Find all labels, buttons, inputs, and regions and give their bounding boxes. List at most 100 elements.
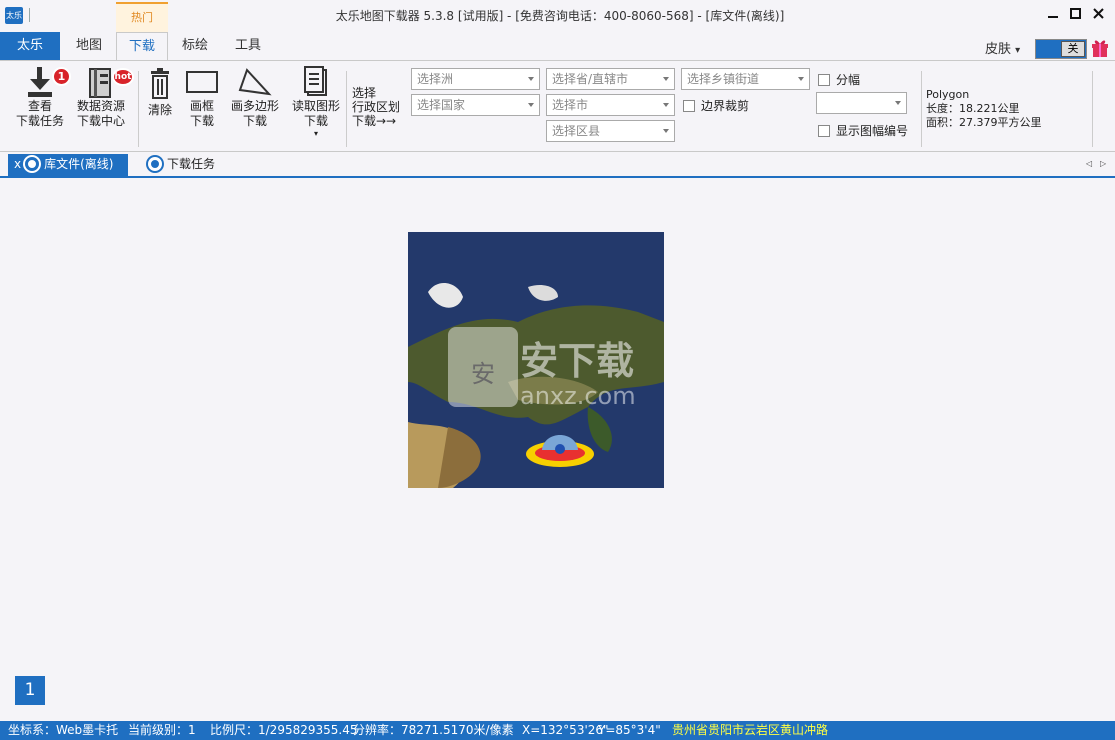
sheet-checkbox[interactable]: 分幅 [818,71,860,88]
maximize-icon [1069,8,1081,19]
hot-badge: hot [112,68,134,86]
boundary-clip-checkbox[interactable]: 边界裁剪 [683,97,749,114]
tab-annotate[interactable]: 标绘 [170,32,220,60]
status-resolution: 分辨率：78271.5170米/像素 [353,723,514,737]
tab-scroll-right-icon[interactable]: ▷ [1100,159,1106,168]
trash-icon [151,68,169,99]
view-tasks-label-2: 下载任务 [15,114,64,128]
tab-tasks-label: 下载任务 [167,157,216,171]
document-tab-bar: x 库文件(离线) 下载任务 ◁ ▷ [0,152,1115,177]
status-crs: 坐标系：Web墨卡托 [8,723,119,737]
province-select[interactable]: 选择省/直辖市 [546,68,675,90]
globe-icon [25,157,40,171]
status-bar: 坐标系：Web墨卡托 当前级别：1 比例尺：1/295829355.45 分辨率… [0,721,1115,740]
tab-library-label: 库文件(离线) [44,157,114,171]
view-tasks-button[interactable]: 1 查看 下载任务 [12,65,71,129]
shape-area: 面积：27.379平方公里 [926,116,1042,129]
skin-label: 皮肤 [985,42,1012,57]
data-center-label-1: 数据资源 [76,99,125,113]
district-select[interactable]: 选择区县 [546,120,675,142]
task-count-badge: 1 [52,67,71,86]
status-y: Y=85°3'4" [598,723,661,737]
country-select[interactable]: 选择国家 [411,94,540,116]
admin-label-2: 行政区划 [352,100,401,114]
admin-region-button[interactable]: 选择 行政区划 下载→→ [352,86,408,128]
checkbox-box [818,125,830,137]
ribbon-separator [138,71,139,147]
province-value: 选择省/直辖市 [552,72,629,86]
tab-download-tasks[interactable]: 下载任务 [138,154,228,176]
admin-label-3: 下载→→ [352,114,397,128]
watermark-text: 安下载 [520,339,634,383]
read-shape-button[interactable]: 读取图形 下载 ▾ [288,65,344,138]
maximize-button[interactable] [1065,6,1085,26]
frame-download-label-1: 画框 [189,99,214,113]
page-number[interactable]: 1 [15,676,45,705]
frame-download-button[interactable]: 画框 下载 [181,65,223,129]
chevron-down-icon [663,77,669,81]
close-icon [1092,8,1104,19]
tab-scroll-left-icon[interactable]: ◁ [1086,159,1092,168]
read-shape-label-2: 下载 [303,114,328,128]
continent-select[interactable]: 选择洲 [411,68,540,90]
gift-icon[interactable] [1091,37,1109,57]
sheet-scale-select[interactable] [816,92,907,114]
tab-download[interactable]: 下载 [116,32,168,61]
shape-length: 长度：18.221公里 [926,102,1020,115]
status-x: X=132°53'26" [522,723,609,737]
country-value: 选择国家 [417,98,466,112]
skin-menu[interactable]: 皮肤 ▾ [985,38,1020,57]
data-center-label-2: 下载中心 [76,114,125,128]
polygon-icon [238,68,272,96]
watermark-badge: 安 [471,360,495,388]
close-button[interactable] [1088,6,1108,26]
server-icon [89,68,111,98]
ribbon-separator [921,71,922,147]
minimize-button[interactable] [1043,6,1063,26]
tab-tools[interactable]: 工具 [222,32,274,60]
city-select[interactable]: 选择市 [546,94,675,116]
data-center-button[interactable]: hot 数据资源 下载中心 [72,65,134,129]
chevron-down-icon: ▾ [1015,45,1021,56]
map-tile[interactable]: 安 安下载 anxz.com [408,232,664,488]
show-sheet-number-checkbox[interactable]: 显示图幅编号 [818,122,908,139]
tab-library-offline[interactable]: x 库文件(离线) [8,154,128,176]
continent-value: 选择洲 [417,72,454,86]
tab-file[interactable]: 太乐 [0,32,60,60]
chevron-down-icon [663,103,669,107]
boundary-clip-label: 边界裁剪 [701,99,750,113]
quick-access-separator [29,8,30,22]
district-value: 选择区县 [552,124,601,138]
app-icon[interactable]: 太乐 [5,7,23,24]
window-title: 太乐地图下载器 5.3.8 [试用版] - [免费咨询电话：400-8060-5… [335,9,785,23]
clear-button[interactable]: 清除 [143,65,177,118]
polygon-download-button[interactable]: 画多边形 下载 [228,65,282,129]
ribbon-panel: 1 查看 下载任务 hot 数据资源 下载中心 清除 画框 下载 画多边形 下载… [0,60,1115,152]
globe-icon [148,157,162,171]
show-sheet-number-label: 显示图幅编号 [836,124,909,138]
shape-type: Polygon [926,88,970,101]
status-scale: 比例尺：1/295829355.45 [210,723,358,737]
tab-map[interactable]: 地图 [64,32,114,60]
checkbox-box [683,100,695,112]
title-bar: 太乐 热门 太乐地图下载器 5.3.8 [试用版] - [免费咨询电话：400-… [0,0,1115,32]
satellite-map: 安 安下载 anxz.com [408,232,664,488]
chevron-down-icon [798,77,804,81]
polygon-download-label-2: 下载 [242,114,267,128]
tab-close-icon[interactable]: x [14,157,21,171]
toggle-label: 关 [1061,41,1085,57]
clear-label: 清除 [147,103,172,117]
minimize-icon [1048,16,1058,18]
shape-info: Polygon 长度：18.221公里 面积：27.379平方公里 [926,88,1042,130]
hot-context-tab[interactable]: 热门 [116,2,168,32]
view-tasks-label-1: 查看 [27,99,52,113]
status-level: 当前级别：1 [128,723,196,737]
admin-label-1: 选择 [352,86,377,100]
tab-underline [0,176,1115,178]
rectangle-icon [186,71,218,93]
status-address: 贵州省贵阳市云岩区黄山冲路 [672,723,829,737]
town-select[interactable]: 选择乡镇街道 [681,68,810,90]
chevron-down-icon: ▾ [313,129,318,138]
skin-toggle[interactable]: 关 [1035,39,1087,59]
document-icon [304,66,327,96]
